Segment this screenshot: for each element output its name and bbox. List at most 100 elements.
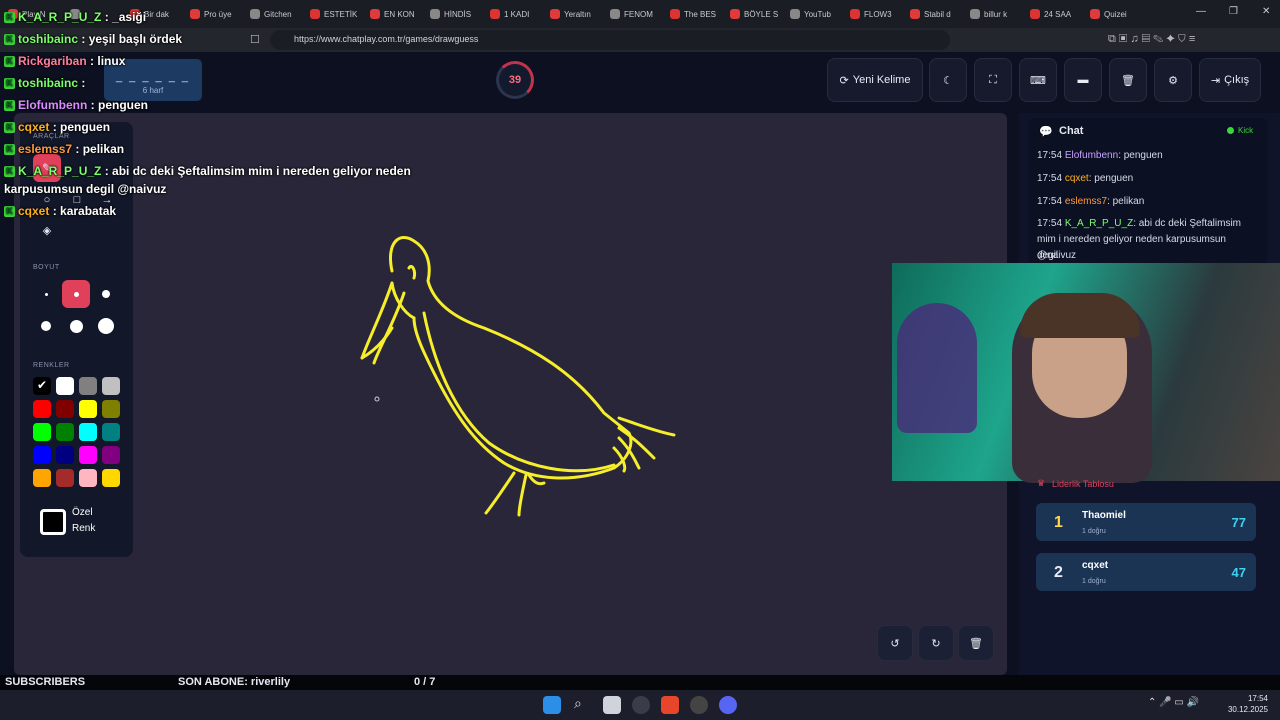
crown-icon: ♛ xyxy=(1037,478,1046,488)
url-field[interactable]: https://www.chatplay.com.tr/games/drawgu… xyxy=(270,30,950,50)
color-swatch[interactable] xyxy=(79,400,97,418)
fullscreen-button[interactable]: ⛶ xyxy=(974,58,1012,102)
delete-button[interactable]: 🗑 xyxy=(1109,58,1147,102)
tab-label: Stabil d xyxy=(924,9,951,19)
kick-badge-icon: K xyxy=(4,34,15,46)
color-swatch[interactable] xyxy=(56,377,74,395)
custom-color-button[interactable] xyxy=(40,509,66,535)
color-swatch[interactable] xyxy=(102,377,120,395)
exit-button[interactable]: ⇥ Çıkış xyxy=(1199,58,1261,102)
chat-message: 17:54 eslemss7: pelikan xyxy=(1037,194,1247,210)
color-swatch[interactable] xyxy=(102,469,120,487)
color-swatch[interactable] xyxy=(33,423,51,441)
close-icon[interactable]: ✕ xyxy=(1262,6,1270,17)
kick-badge-icon: K xyxy=(4,166,15,178)
dark-mode-button[interactable]: ☾ xyxy=(929,58,967,102)
size-6[interactable] xyxy=(92,312,120,340)
browser-tab[interactable]: ESTETİK xyxy=(310,5,364,23)
brave-icon[interactable] xyxy=(661,696,679,714)
size-1[interactable] xyxy=(32,280,60,308)
archive-button[interactable]: ▬ xyxy=(1064,58,1102,102)
chatgpt-icon[interactable] xyxy=(632,696,650,714)
color-swatch[interactable] xyxy=(56,400,74,418)
chat-text: : penguen xyxy=(1118,150,1163,161)
overlay-chat-user: eslemss7 xyxy=(18,142,73,156)
kick-badge-icon: K xyxy=(4,56,15,68)
browser-tab[interactable]: YouTub xyxy=(790,5,844,23)
redo-button[interactable]: ↻ xyxy=(918,625,954,661)
start-icon[interactable] xyxy=(543,696,561,714)
overlay-chat-line: K K_A_R_P_U_Z : abi dc deki Şeftalimsim m… xyxy=(4,164,411,178)
undo-button[interactable]: ↺ xyxy=(877,625,913,661)
browser-tab[interactable]: 1 KADI xyxy=(490,5,544,23)
separator: : xyxy=(49,120,61,134)
tab-favicon-icon xyxy=(670,9,680,19)
word-mask: _ _ _ _ _ _ xyxy=(116,71,190,83)
fill-tool[interactable]: ◈ xyxy=(33,216,61,244)
clear-canvas-button[interactable]: 🗑 xyxy=(958,625,994,661)
leaderboard-rank: 1 xyxy=(1054,514,1063,531)
color-swatch[interactable] xyxy=(33,446,51,464)
separator: : xyxy=(87,98,98,112)
leaderboard-title: Liderlik Tablosu xyxy=(1052,479,1114,489)
browser-tab[interactable]: 24 SAA xyxy=(1030,5,1084,23)
tray-icons[interactable]: ⌃ 🎤 ▭ 🔊 xyxy=(1148,697,1199,708)
keyboard-button[interactable]: ⌨ xyxy=(1019,58,1057,102)
size-title: BOYUT xyxy=(33,264,60,271)
browser-tab[interactable]: The BES xyxy=(670,5,724,23)
kick-badge-icon: K xyxy=(4,206,15,218)
taskview-icon[interactable] xyxy=(603,696,621,714)
settings-button[interactable]: ⚙ xyxy=(1154,58,1192,102)
color-swatch[interactable] xyxy=(102,423,120,441)
tab-favicon-icon xyxy=(850,9,860,19)
browser-tab[interactable]: Stabil d xyxy=(910,5,964,23)
chat-time: 17:54 xyxy=(1037,173,1063,184)
color-swatch[interactable] xyxy=(79,423,97,441)
size-2[interactable] xyxy=(62,280,90,308)
chat-message: 17:54 Elofumbenn: penguen xyxy=(1037,148,1247,164)
size-4[interactable] xyxy=(32,312,60,340)
color-swatch[interactable] xyxy=(56,469,74,487)
browser-tab[interactable]: HİNDİS xyxy=(430,5,484,23)
overlay-chat-line: Kcqxet : penguen xyxy=(4,120,110,134)
separator: : xyxy=(49,204,61,218)
obs-icon[interactable] xyxy=(690,696,708,714)
undo-icon: ↺ xyxy=(890,637,900,650)
color-swatch[interactable] xyxy=(33,400,51,418)
browser-tab[interactable]: BÖYLE S xyxy=(730,5,784,23)
minimize-icon[interactable]: — xyxy=(1196,6,1206,17)
browser-tab[interactable]: Quizei xyxy=(1090,5,1144,23)
bookmark-icon[interactable]: ☐ xyxy=(250,33,260,46)
chat-message: @naivuz xyxy=(1037,248,1247,264)
new-word-button[interactable]: ⟳ Yeni Kelime xyxy=(827,58,923,102)
browser-tab[interactable]: Yeraltın xyxy=(550,5,604,23)
search-icon[interactable]: ⌕ xyxy=(574,695,582,712)
clock-time: 17:54 xyxy=(1247,694,1268,703)
color-swatch[interactable] xyxy=(56,423,74,441)
extensions-icon[interactable]: ⧉ ▣ ♫ ▤ ✎ ✦ ⛉ ≡ xyxy=(1108,33,1195,46)
maximize-icon[interactable]: ❐ xyxy=(1229,6,1238,17)
overlay-chat-line: K Rickgariban : linux xyxy=(4,54,125,68)
browser-tab[interactable]: FLOW3 xyxy=(850,5,904,23)
color-swatch[interactable] xyxy=(79,377,97,395)
color-swatch[interactable] xyxy=(56,446,74,464)
color-swatch[interactable] xyxy=(33,469,51,487)
drawing-canvas[interactable] xyxy=(14,113,1007,675)
tab-label: The BES xyxy=(684,9,717,19)
color-swatch[interactable] xyxy=(79,469,97,487)
discord-icon[interactable] xyxy=(719,696,737,714)
browser-tab[interactable]: Gitchen xyxy=(250,5,304,23)
size-3[interactable] xyxy=(92,280,120,308)
color-swatch[interactable] xyxy=(79,446,97,464)
overlay-chat-msg: yeşil başlı ördek xyxy=(88,32,183,46)
overlay-chat-line: K Elofumbenn : penguen xyxy=(4,98,148,112)
browser-tab[interactable]: Pro üye xyxy=(190,5,244,23)
leaderboard-name: cqxet xyxy=(1082,560,1109,571)
browser-tab[interactable]: EN KON xyxy=(370,5,424,23)
size-5[interactable] xyxy=(62,312,90,340)
browser-tab[interactable]: FENOM xyxy=(610,5,664,23)
browser-tab[interactable]: billur k xyxy=(970,5,1024,23)
color-swatch[interactable] xyxy=(102,446,120,464)
color-swatch[interactable] xyxy=(102,400,120,418)
tab-label: HİNDİS xyxy=(444,9,472,19)
